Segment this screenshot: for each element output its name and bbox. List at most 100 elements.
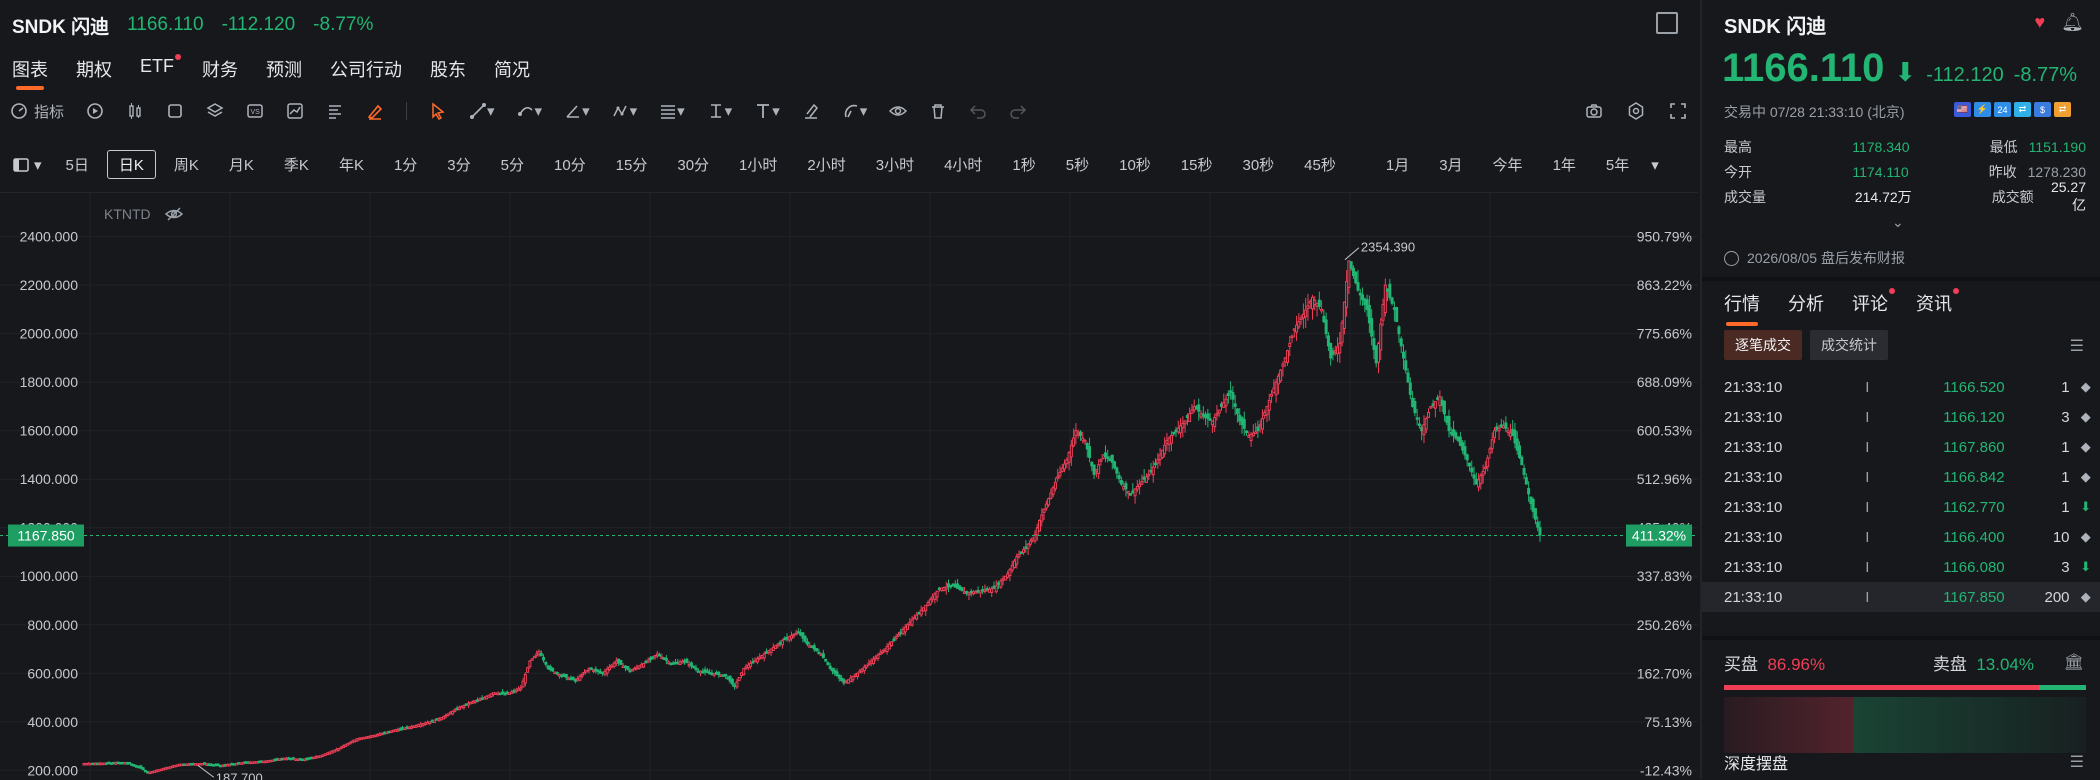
bell-icon[interactable]: 🔔︎ [2061,12,2084,33]
period-6[interactable]: 1分 [382,150,429,179]
candle-body [680,661,684,664]
panel-tab-2[interactable]: 评论 [1852,288,1895,326]
heart-icon[interactable]: ♥ [2034,12,2045,33]
price-chart[interactable]: 2400.000 950.79% 2200.000 863.22% 2000.000 77… [0,192,1698,780]
period-21[interactable]: 45秒 [1292,150,1348,179]
nav-tab-7[interactable]: 简况 [494,56,530,90]
eye-icon[interactable] [889,100,908,122]
candle-body [1179,425,1183,434]
cursor-icon[interactable] [429,100,447,122]
eraser-icon[interactable] [802,100,820,122]
candle-body [821,653,825,659]
candle-body [972,591,976,595]
nav-tab-6[interactable]: 股东 [430,56,466,90]
nav-tab-3[interactable]: 财务 [202,56,238,90]
fullscreen-icon[interactable] [1669,100,1687,122]
undo-icon[interactable] [969,100,987,122]
period-2[interactable]: 周K [162,150,211,179]
period-16[interactable]: 1秒 [1000,150,1047,179]
candle-body [1265,405,1269,416]
period-10[interactable]: 15分 [604,150,660,179]
nav-tab-0[interactable]: 图表 [12,56,48,90]
chart-line-icon[interactable] [286,100,304,122]
replay-icon[interactable] [86,100,104,122]
candle-body [1463,446,1467,456]
period-15[interactable]: 4小时 [932,150,994,179]
candle-body [93,762,97,766]
period-24[interactable]: 今年 [1481,150,1535,179]
candlestick-chart[interactable]: 2400.000 950.79% 2200.000 863.22% 2000.000 77… [0,193,1698,780]
period-17[interactable]: 5秒 [1054,150,1101,179]
layout-toggle[interactable]: ▾ [12,156,42,174]
measure-icon[interactable]: ▾ [707,100,732,122]
expand-chevron-icon[interactable]: ⌄ [1892,214,1904,231]
align-icon[interactable] [326,100,344,122]
candle-body [1292,328,1296,331]
period-14[interactable]: 3小时 [864,150,926,179]
nav-tab-1[interactable]: 期权 [76,56,112,90]
period-4[interactable]: 季K [272,150,321,179]
panel-tab-3[interactable]: 资讯 [1916,288,1959,326]
pattern-icon[interactable]: ▾ [612,100,637,122]
candle-body [689,662,693,667]
redo-icon[interactable] [1009,100,1027,122]
candle-body [1367,304,1371,324]
pen-icon[interactable]: ▾ [517,100,542,122]
chevron-down-icon[interactable]: ▾ [1651,156,1659,174]
trend-line-icon[interactable]: ▾ [469,100,495,122]
angle-icon[interactable]: ▾ [564,100,590,122]
candle-body [164,767,168,770]
fib-icon[interactable]: ▾ [659,100,685,122]
period-5[interactable]: 年K [327,150,376,179]
settings-icon[interactable] [1627,100,1645,122]
nav-tab-4[interactable]: 预测 [266,56,302,90]
period-13[interactable]: 2小时 [795,150,857,179]
period-12[interactable]: 1小时 [727,150,789,179]
nav-tab-2[interactable]: ETF [140,54,181,90]
trade-row: 21:33:10 I 1166.120 3 ◆ [1702,402,2100,432]
trash-icon[interactable] [929,100,947,122]
bank-icon[interactable]: 🏛︎ [2064,652,2084,672]
period-23[interactable]: 3月 [1427,150,1474,179]
trade-separator: I [1865,588,1870,606]
candle-body [921,607,925,612]
subtab-1[interactable]: 成交统计 [1810,330,1888,360]
subtab-0[interactable]: 逐笔成交 [1724,330,1802,360]
period-3[interactable]: 月K [217,150,266,179]
period-1[interactable]: 日K [106,150,156,179]
period-9[interactable]: 10分 [542,150,598,179]
period-25[interactable]: 1年 [1541,150,1588,179]
layers-icon[interactable] [206,100,224,122]
candle-body [1106,456,1110,460]
list-icon[interactable]: ☰ [2070,336,2084,356]
eye-off-icon[interactable] [164,205,183,223]
collapse-panel-icon[interactable] [1656,12,1678,34]
indicator-button[interactable]: 指标 [10,100,64,122]
camera-icon[interactable] [1585,100,1603,122]
brush-icon[interactable] [366,100,384,122]
text-tool-icon[interactable]: ▾ [754,100,780,122]
vs-compare-icon[interactable]: VS [246,100,264,122]
y-tick-label: 1600.000 [20,423,79,439]
candle-body [583,671,586,675]
period-18[interactable]: 10秒 [1107,150,1163,179]
rectangle-icon[interactable] [166,100,184,122]
period-26[interactable]: 5年 [1594,150,1641,179]
magnet-icon[interactable]: ▾ [842,100,867,122]
candle-body [801,632,805,639]
period-7[interactable]: 3分 [435,150,482,179]
nav-tab-5[interactable]: 公司行动 [330,56,402,90]
period-22[interactable]: 1月 [1374,150,1421,179]
list-icon[interactable]: ☰ [2070,752,2084,772]
candle-body [512,690,516,693]
period-11[interactable]: 30分 [665,150,721,179]
period-19[interactable]: 15秒 [1169,150,1225,179]
panel-tab-1[interactable]: 分析 [1788,290,1824,326]
panel-tab-0[interactable]: 行情 [1724,290,1760,326]
period-8[interactable]: 5分 [489,150,536,179]
candle-type-icon[interactable] [126,100,144,122]
period-20[interactable]: 30秒 [1230,150,1286,179]
candle-body [1185,415,1189,418]
candle-body [883,648,887,652]
period-0[interactable]: 5日 [54,150,101,179]
